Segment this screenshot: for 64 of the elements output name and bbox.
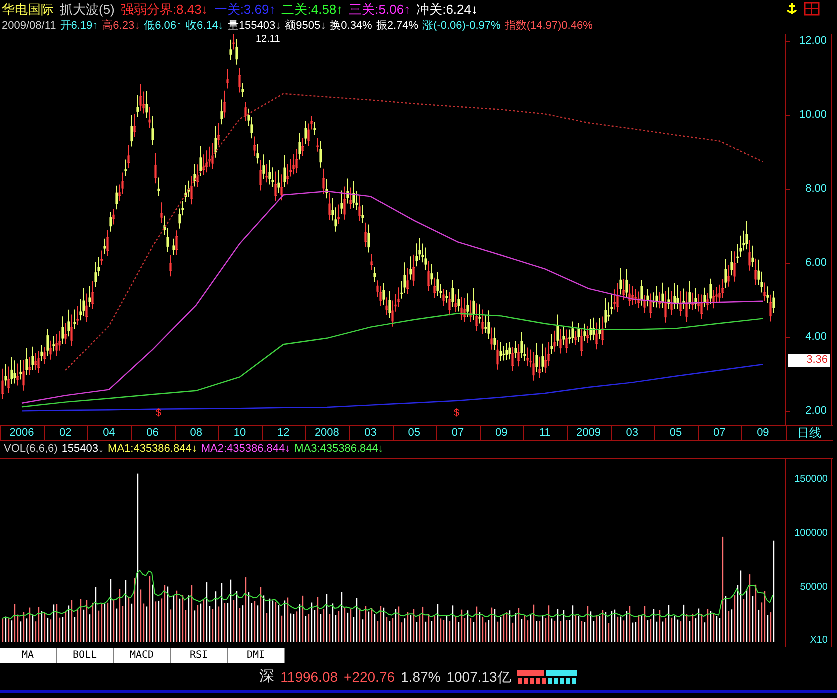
- date-label: 08: [189, 426, 204, 441]
- date-label: 09: [494, 426, 509, 441]
- date-label: 03: [625, 426, 640, 441]
- level-reading: 强弱分界:8.43↓: [120, 0, 208, 19]
- peak-label: 12.11: [256, 34, 280, 45]
- axis-label: 4.00: [806, 331, 827, 344]
- turnover-value: 1007.13亿: [446, 668, 512, 686]
- indicator-name: VOL(6,6,6): [4, 442, 58, 457]
- axis-label: 10.00: [799, 109, 827, 122]
- quote-value: 额9505↓: [285, 18, 326, 34]
- quote-value: 涨(-0.06)-0.97%: [422, 19, 501, 34]
- axis-label: 50000: [800, 582, 828, 593]
- date-label: 11: [538, 426, 552, 441]
- market-label: 深: [260, 666, 275, 687]
- breadth-bar-icon: [517, 670, 578, 684]
- period-label: 日线: [786, 426, 832, 441]
- quote-value: 振2.74%: [376, 19, 419, 34]
- date-label: 05: [407, 426, 422, 441]
- level-reading: 三关:5.06↑: [349, 0, 411, 19]
- axis-label: 100000: [794, 528, 828, 539]
- date-label: 09: [756, 426, 770, 441]
- date-label: 2009: [576, 426, 602, 441]
- index-percent: 1.87%: [401, 668, 441, 686]
- signal-marker: $: [454, 408, 460, 419]
- date-label: 07: [450, 426, 466, 441]
- axis-label: 12.00: [799, 35, 827, 48]
- date-label: 02: [58, 426, 73, 441]
- axis-label: 8.00: [806, 183, 827, 196]
- level-reading: 冲关:6.24↓: [416, 0, 478, 19]
- quote-value: 高6.23↓: [102, 18, 140, 34]
- date-label: 05: [668, 426, 684, 441]
- quote-value: 换0.34%: [330, 19, 372, 34]
- level-reading: 一关:3.69↑: [214, 0, 276, 19]
- date-label: 06: [146, 426, 160, 441]
- quote-date: 2009/08/11: [2, 19, 56, 34]
- axis-label: 2.00: [806, 405, 827, 418]
- date-label: 03: [364, 426, 378, 441]
- anchor-icon[interactable]: [786, 2, 798, 16]
- quote-value: 低6.06↑: [144, 19, 182, 34]
- quote-value: 收6.14↓: [186, 19, 224, 34]
- security-name: 华电国际: [2, 0, 54, 19]
- index-value: 11996.08: [280, 668, 338, 686]
- signal-marker: $: [156, 408, 162, 419]
- quote-value: 量155403↓: [228, 19, 282, 34]
- unit-label: X10: [810, 636, 828, 646]
- date-label: 2006: [8, 426, 36, 441]
- index-change: +220.76: [344, 668, 396, 686]
- date-label: 10: [232, 426, 248, 441]
- average-reading: MA3:435386.844↓: [294, 442, 384, 457]
- quote-value: 指数(14.97)0.46%: [504, 19, 593, 34]
- axis-label: 6.00: [806, 257, 827, 270]
- volume-value: 155403↓: [62, 442, 104, 457]
- date-label: 12: [276, 426, 291, 441]
- price-tag: 3.36: [788, 354, 830, 367]
- quote-value: 开6.19↑: [60, 19, 98, 34]
- date-label: 07: [712, 426, 727, 441]
- date-label: 04: [102, 426, 116, 441]
- indicator-name: 抓大波(5): [60, 0, 115, 19]
- date-label: 2008: [314, 426, 340, 441]
- window-icon[interactable]: [804, 2, 820, 16]
- average-reading: MA2:435386.844↓: [201, 442, 291, 457]
- level-reading: 二关:4.58↑: [282, 0, 344, 19]
- axis-label: 150000: [794, 474, 828, 485]
- average-reading: MA1:435386.844↓: [108, 442, 198, 457]
